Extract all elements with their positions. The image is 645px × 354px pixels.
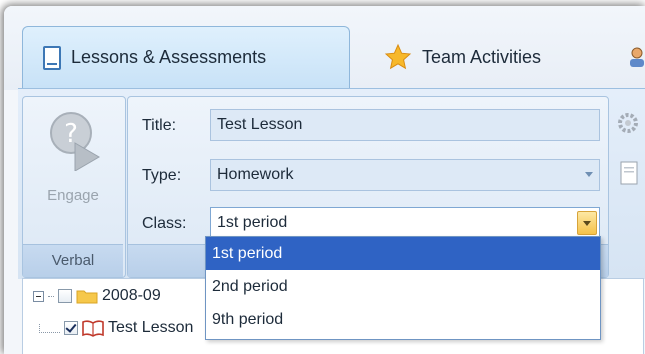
type-select[interactable]: Homework bbox=[210, 159, 600, 191]
type-value: Homework bbox=[217, 166, 294, 183]
tree-connector bbox=[48, 295, 54, 297]
people-icon bbox=[630, 47, 644, 67]
class-option[interactable]: 2nd period bbox=[206, 270, 600, 303]
tab-lessons-assessments[interactable]: Lessons & Assessments bbox=[22, 26, 350, 88]
book-icon bbox=[82, 320, 104, 337]
app-window: Lessons & Assessments Team Activities ? … bbox=[4, 6, 645, 354]
document-icon bbox=[43, 45, 61, 70]
title-field[interactable]: Test Lesson bbox=[210, 109, 600, 141]
star-icon bbox=[384, 43, 412, 70]
lesson-checkbox[interactable] bbox=[64, 321, 78, 335]
tab-team-activities[interactable]: Team Activities bbox=[384, 26, 614, 88]
collapse-icon[interactable] bbox=[33, 290, 44, 302]
class-value: 1st period bbox=[217, 214, 288, 231]
class-label: Class: bbox=[142, 215, 187, 232]
tab-strip: Lessons & Assessments Team Activities bbox=[4, 6, 645, 90]
class-dropdown-list: 1st period 2nd period 9th period bbox=[205, 236, 601, 340]
page-icon[interactable] bbox=[620, 161, 638, 185]
folder-icon bbox=[76, 290, 98, 304]
class-select[interactable]: 1st period bbox=[210, 207, 600, 239]
tab-label: Team Activities bbox=[422, 46, 542, 67]
ribbon-group-verbal: ? Engage Verbal bbox=[22, 96, 126, 278]
lesson-label: Test Lesson bbox=[108, 319, 194, 336]
tab-partial[interactable] bbox=[628, 26, 645, 88]
class-option[interactable]: 1st period bbox=[206, 237, 600, 270]
engage-label: Engage bbox=[47, 187, 99, 204]
ribbon-side-tools bbox=[616, 111, 645, 201]
folder-label: 2008-09 bbox=[102, 287, 161, 304]
engage-play-icon: ? bbox=[50, 112, 100, 171]
gear-icon[interactable] bbox=[616, 111, 640, 135]
tab-label: Lessons & Assessments bbox=[71, 47, 267, 67]
tree-connector bbox=[39, 323, 60, 333]
engage-button[interactable]: ? Engage bbox=[23, 97, 123, 237]
chevron-down-icon[interactable] bbox=[585, 172, 593, 177]
type-label: Type: bbox=[142, 167, 182, 184]
folder-checkbox[interactable] bbox=[58, 289, 72, 303]
group-label-verbal: Verbal bbox=[23, 244, 123, 277]
class-option[interactable]: 9th period bbox=[206, 303, 600, 336]
title-label: Title: bbox=[142, 117, 177, 134]
tree-node-folder[interactable]: 2008-09 bbox=[33, 287, 161, 305]
dropdown-button-icon[interactable] bbox=[577, 211, 597, 235]
tree-node-lesson[interactable]: Test Lesson bbox=[39, 319, 193, 337]
